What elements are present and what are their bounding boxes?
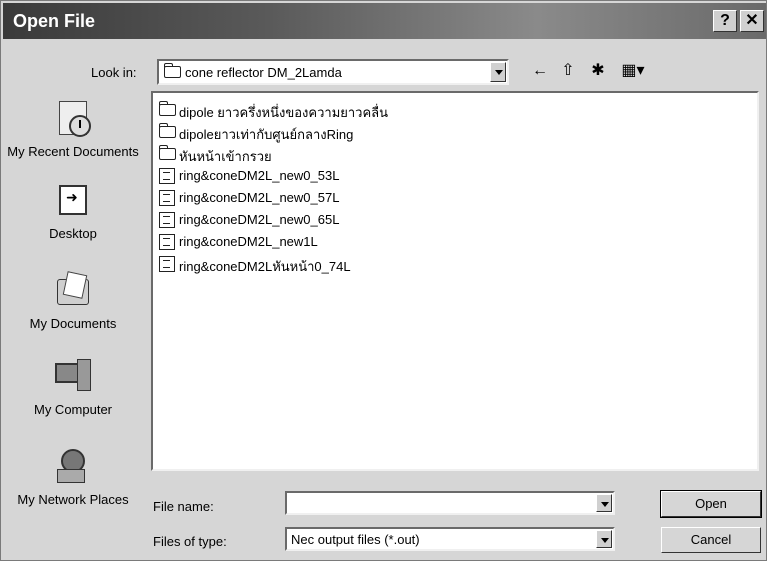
recent-documents-icon bbox=[51, 99, 95, 139]
open-button[interactable]: Open bbox=[660, 490, 762, 518]
desktop-icon bbox=[51, 181, 95, 221]
up-folder-icon[interactable]: ⇧ bbox=[557, 59, 579, 83]
look-in-value: cone reflector DM_2Lamda bbox=[185, 65, 342, 80]
look-in-dropdown[interactable]: cone reflector DM_2Lamda bbox=[157, 59, 509, 85]
dialog-title: Open File bbox=[13, 11, 96, 31]
place-label: Desktop bbox=[49, 226, 97, 241]
file-type-dropdown[interactable]: Nec output files (*.out) bbox=[285, 527, 615, 551]
folder-icon bbox=[164, 63, 181, 78]
folder-icon bbox=[159, 101, 176, 116]
cancel-button[interactable]: Cancel bbox=[661, 527, 761, 553]
chevron-down-icon[interactable] bbox=[596, 494, 612, 512]
folder-icon bbox=[159, 145, 176, 160]
file-name-input[interactable] bbox=[285, 491, 615, 515]
new-folder-icon[interactable]: ✱ bbox=[585, 59, 611, 83]
my-documents-icon bbox=[51, 271, 95, 311]
my-computer-icon bbox=[51, 357, 95, 397]
document-icon bbox=[159, 190, 175, 206]
chevron-down-icon[interactable] bbox=[490, 62, 506, 82]
place-my-documents[interactable]: My Documents bbox=[7, 271, 139, 331]
document-icon bbox=[159, 212, 175, 228]
place-label: My Network Places bbox=[17, 492, 129, 507]
open-file-dialog: Open File ? ✕ Look in: cone reflector DM… bbox=[0, 0, 767, 561]
place-label: My Recent Documents bbox=[7, 144, 139, 159]
file-type-value: Nec output files (*.out) bbox=[291, 532, 420, 547]
chevron-down-icon[interactable] bbox=[596, 530, 612, 548]
network-places-icon bbox=[51, 447, 95, 487]
view-menu-icon[interactable]: ▦▾ bbox=[615, 59, 651, 83]
file-list[interactable]: dipole ยาวครึ่งหนึ่งของความยาวคลื่น dipo… bbox=[151, 91, 759, 471]
place-my-network-places[interactable]: My Network Places bbox=[7, 447, 139, 507]
close-button[interactable]: ✕ bbox=[740, 10, 764, 32]
place-label: My Documents bbox=[29, 316, 117, 331]
document-icon bbox=[159, 256, 175, 272]
file-type-label: Files of type: bbox=[153, 534, 227, 549]
document-icon bbox=[159, 234, 175, 250]
help-button[interactable]: ? bbox=[713, 10, 737, 32]
place-label: My Computer bbox=[33, 402, 113, 417]
place-my-recent-documents[interactable]: My Recent Documents bbox=[7, 99, 139, 159]
place-desktop[interactable]: Desktop bbox=[7, 181, 139, 241]
back-icon[interactable]: ← bbox=[529, 59, 551, 83]
document-icon bbox=[159, 168, 175, 184]
folder-icon bbox=[159, 123, 176, 138]
look-in-label: Look in: bbox=[91, 65, 137, 80]
place-my-computer[interactable]: My Computer bbox=[7, 357, 139, 417]
file-name-label: File name: bbox=[153, 499, 214, 514]
title-bar: Open File ? ✕ bbox=[3, 3, 766, 39]
